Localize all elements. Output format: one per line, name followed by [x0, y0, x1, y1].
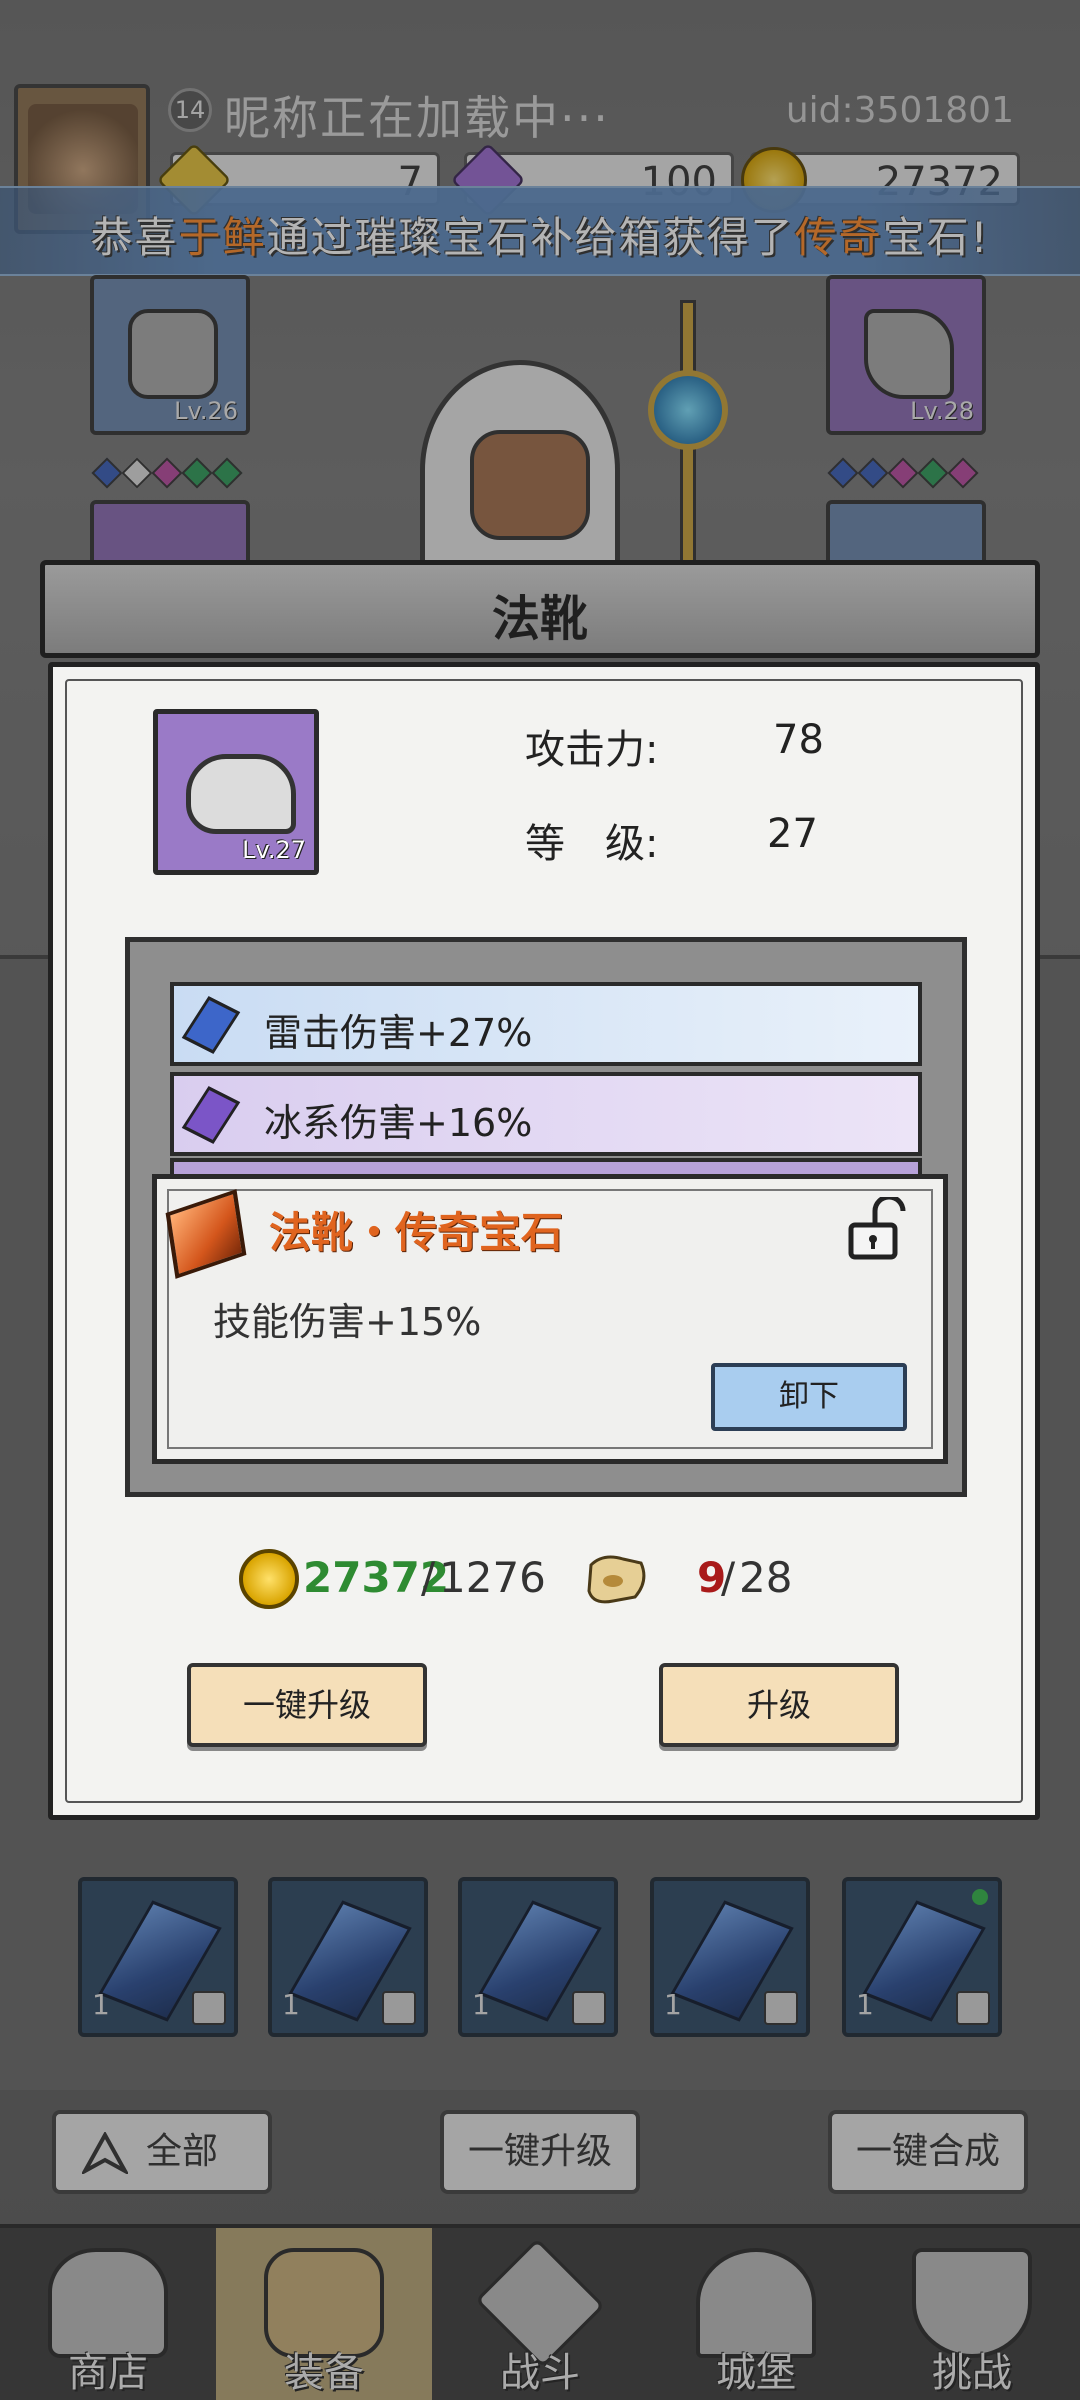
legendary-gem-title: 法靴・传奇宝石 — [269, 1208, 564, 1257]
scroll-separator: / — [721, 1553, 736, 1602]
upgrade-button[interactable]: 升级 — [659, 1663, 899, 1747]
legendary-gem-effect: 技能伤害+15% — [213, 1300, 482, 1344]
gem-effect-text: 雷击伤害+27% — [264, 1011, 533, 1055]
legendary-gem-icon — [165, 1189, 247, 1279]
modal-title: 法靴 — [491, 591, 588, 647]
boot-icon — [186, 754, 296, 834]
one-click-upgrade-button[interactable]: 一键升级 — [187, 1663, 427, 1747]
equipment-detail-modal: Lv.27 攻击力: 78 等 级: 27 雷击伤害+27% 冰系伤害+16% … — [48, 662, 1040, 1820]
gem-row-ice[interactable]: 冰系伤害+16% — [170, 1072, 922, 1156]
coin-separator: / — [421, 1553, 436, 1602]
item-icon-frame: Lv.27 — [153, 709, 319, 875]
scroll-icon — [587, 1555, 646, 1604]
scroll-required: 28 — [739, 1553, 793, 1602]
blue-gem-icon — [181, 996, 241, 1054]
gem-panel: 雷击伤害+27% 冰系伤害+16% 法靴・传奇宝石 技能伤害+15% 卸下 — [125, 937, 967, 1497]
modal-title-bar: 法靴 — [40, 560, 1040, 658]
attack-label: 攻击力: — [525, 727, 659, 773]
purple-gem-icon — [181, 1086, 241, 1144]
attack-value: 78 — [773, 717, 824, 763]
unequip-button[interactable]: 卸下 — [711, 1363, 907, 1431]
gold-coin-icon — [239, 1549, 299, 1609]
item-level: Lv.27 — [242, 836, 306, 864]
upgrade-cost-row: 27372 / 1276 9 / 28 — [53, 1547, 1045, 1627]
gem-effect-text: 冰系伤害+16% — [264, 1101, 533, 1145]
legendary-gem-card: 法靴・传奇宝石 技能伤害+15% 卸下 — [152, 1174, 948, 1464]
coin-required: 1276 — [439, 1553, 546, 1602]
gem-row-lightning[interactable]: 雷击伤害+27% — [170, 982, 922, 1066]
level-label: 等 级: — [525, 821, 659, 867]
unlock-icon[interactable] — [847, 1197, 907, 1261]
level-value: 27 — [767, 811, 818, 857]
